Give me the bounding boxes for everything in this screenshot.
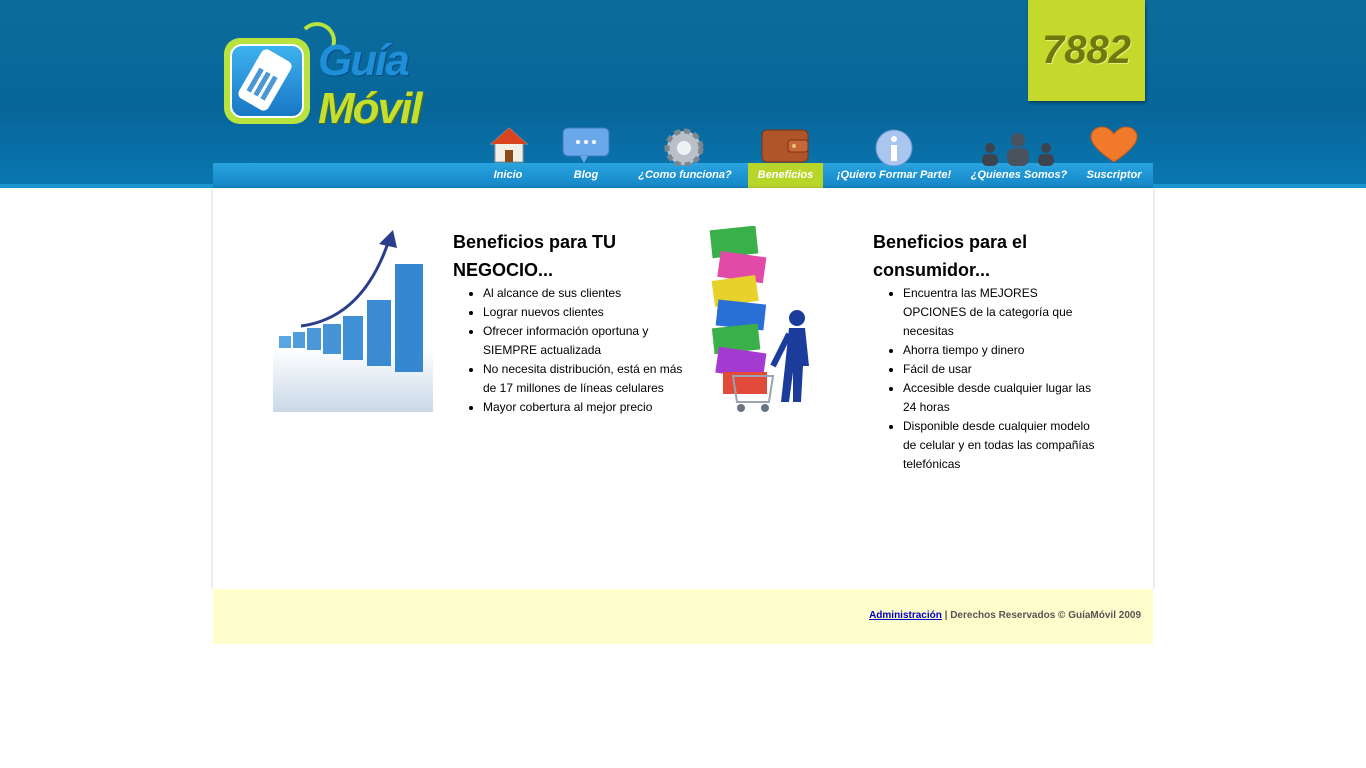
business-benefits-list: Al alcance de sus clientes Lograr nuevos… xyxy=(453,284,683,417)
main-content: Beneficios para TU NEGOCIO... Al alcance… xyxy=(213,188,1153,589)
nav-label: Beneficios xyxy=(748,163,823,188)
footer: Administración | Derechos Reservados © G… xyxy=(213,589,1153,644)
nav-label: ¿Quienes Somos? xyxy=(970,169,1068,181)
list-item: Ahorra tiempo y dinero xyxy=(903,341,1103,360)
nav-label: ¡Quiero Formar Parte! xyxy=(836,169,952,181)
chat-bubble-icon xyxy=(562,127,610,163)
nav-label: Suscriptor xyxy=(1086,169,1142,181)
nav-item-blog[interactable]: Blog xyxy=(546,120,626,188)
nav-item-quiero-formar-parte[interactable]: ¡Quiero Formar Parte! xyxy=(827,120,961,188)
list-item: Mayor cobertura al mejor precio xyxy=(483,398,683,417)
wallet-icon xyxy=(761,129,809,163)
admin-link[interactable]: Administración xyxy=(869,610,942,621)
list-item: Accesible desde cualquier lugar las 24 h… xyxy=(903,379,1103,417)
consumer-title: Beneficios para el consumidor... xyxy=(873,232,1028,280)
nav-label: Blog xyxy=(573,169,599,181)
nav-item-beneficios[interactable]: Beneficios xyxy=(748,120,823,188)
nav-item-inicio[interactable]: Inicio xyxy=(475,120,541,188)
business-title: Beneficios para TU NEGOCIO... xyxy=(453,232,617,280)
site-logo[interactable]: Guía Móvil xyxy=(220,22,430,134)
info-icon xyxy=(875,129,913,166)
nav-item-como-funciona[interactable]: ¿Como funciona? xyxy=(626,120,744,188)
list-item: No necesita distribución, está en más de… xyxy=(483,360,683,398)
list-item: Disponible desde cualquier modelo de cel… xyxy=(903,417,1103,474)
growth-chart-image xyxy=(273,230,433,412)
gear-icon xyxy=(664,128,704,166)
shopping-cart-image xyxy=(709,226,809,412)
list-item: Encuentra las MEJORES OPCIONES de la cat… xyxy=(903,284,1103,341)
nav-label: ¿Como funciona? xyxy=(638,169,732,181)
sms-code: 7882 xyxy=(1042,28,1131,72)
people-icon xyxy=(982,133,1054,166)
list-item: Fácil de usar xyxy=(903,360,1103,379)
copyright-text: | Derechos Reservados © GuíaMóvil 2009 xyxy=(941,610,1141,621)
logo-text-line1: Guía xyxy=(318,36,410,85)
list-item: Ofrecer información oportuna y SIEMPRE a… xyxy=(483,322,683,360)
list-item: Al alcance de sus clientes xyxy=(483,284,683,303)
consumer-benefits-list: Encuentra las MEJORES OPCIONES de la cat… xyxy=(873,284,1103,474)
main-nav: Inicio Blog ¿Como funciona? Beneficios ¡… xyxy=(0,120,1366,188)
nav-label: Inicio xyxy=(493,169,523,181)
sms-code-badge: 7882 xyxy=(1028,0,1145,101)
nav-item-quienes-somos[interactable]: ¿Quienes Somos? xyxy=(964,120,1074,188)
nav-item-suscriptor[interactable]: Suscriptor xyxy=(1077,120,1151,188)
footer-text: Administración | Derechos Reservados © G… xyxy=(869,610,1141,621)
list-item: Lograr nuevos clientes xyxy=(483,303,683,322)
heart-icon xyxy=(1090,126,1138,163)
home-icon xyxy=(489,127,529,163)
